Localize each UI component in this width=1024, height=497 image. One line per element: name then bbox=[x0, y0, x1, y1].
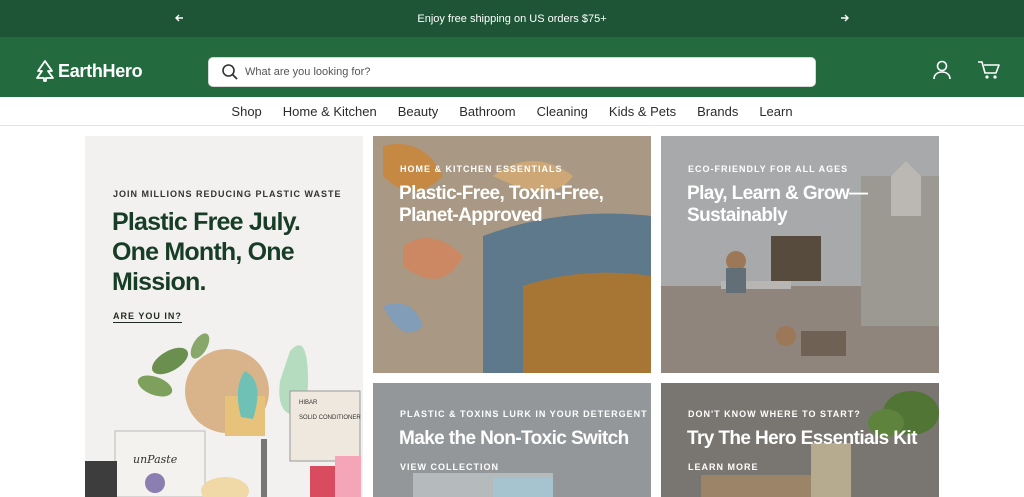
arrow-right-icon[interactable] bbox=[835, 9, 855, 27]
search-bar[interactable] bbox=[208, 57, 816, 87]
nav-item-home-kitchen[interactable]: Home & Kitchen bbox=[283, 104, 377, 119]
card-detergent[interactable]: PLASTIC & TOXINS LURK IN YOUR DETERGENT … bbox=[373, 383, 651, 497]
paste-brand-label: unPaste bbox=[133, 453, 178, 466]
cart-icon[interactable] bbox=[977, 59, 1001, 81]
search-input[interactable] bbox=[245, 66, 785, 78]
conditioner-brand-label: HIBAR bbox=[299, 400, 318, 406]
hero-headline: Plastic Free July. One Month, One Missio… bbox=[112, 208, 301, 296]
card-home-kitchen[interactable]: HOME & KITCHEN ESSENTIALS Plastic-Free, … bbox=[373, 136, 651, 373]
card-detergent-eyebrow: PLASTIC & TOXINS LURK IN YOUR DETERGENT bbox=[400, 409, 648, 419]
logo-text: EarthHero bbox=[58, 60, 143, 81]
hero-cta-link[interactable]: ARE YOU IN? bbox=[113, 311, 182, 323]
card-detergent-title: Make the Non-Toxic Switch bbox=[399, 428, 629, 449]
view-collection-link[interactable]: VIEW COLLECTION bbox=[400, 462, 499, 472]
card-home-kitchen-eyebrow: HOME & KITCHEN ESSENTIALS bbox=[400, 164, 563, 174]
arrow-left-icon[interactable] bbox=[169, 9, 189, 27]
nav-item-shop[interactable]: Shop bbox=[231, 104, 261, 119]
nav-item-kids-pets[interactable]: Kids & Pets bbox=[609, 104, 676, 119]
search-icon[interactable] bbox=[221, 63, 239, 81]
hero-banner[interactable]: JOIN MILLIONS REDUCING PLASTIC WASTE Pla… bbox=[85, 136, 363, 497]
user-icon[interactable] bbox=[931, 59, 953, 81]
site-header: EarthHero bbox=[0, 37, 1024, 97]
announcement-message: Enjoy free shipping on US orders $75+ bbox=[417, 12, 607, 25]
announcement-bar: Enjoy free shipping on US orders $75+ bbox=[0, 0, 1024, 37]
card-essentials-title: Try The Hero Essentials Kit bbox=[687, 428, 917, 449]
learn-more-link[interactable]: LEARN MORE bbox=[688, 462, 759, 472]
tree-icon bbox=[36, 60, 54, 82]
nav-item-bathroom[interactable]: Bathroom bbox=[459, 104, 515, 119]
nav-item-brands[interactable]: Brands bbox=[697, 104, 738, 119]
card-essentials-kit[interactable]: DON'T KNOW WHERE TO START? Try The Hero … bbox=[661, 383, 939, 497]
card-kids[interactable]: ECO-FRIENDLY FOR ALL AGES Play, Learn & … bbox=[661, 136, 939, 373]
nav-item-beauty[interactable]: Beauty bbox=[398, 104, 438, 119]
logo[interactable]: EarthHero bbox=[34, 59, 143, 83]
main-nav: Shop Home & Kitchen Beauty Bathroom Clea… bbox=[0, 97, 1024, 126]
card-kids-eyebrow: ECO-FRIENDLY FOR ALL AGES bbox=[688, 164, 849, 174]
nav-item-learn[interactable]: Learn bbox=[759, 104, 792, 119]
card-home-kitchen-title: Plastic-Free, Toxin-Free, Planet-Approve… bbox=[399, 183, 604, 226]
conditioner-type-label: SOLID CONDITIONER bbox=[299, 415, 361, 421]
hero-eyebrow: JOIN MILLIONS REDUCING PLASTIC WASTE bbox=[113, 189, 342, 199]
nav-item-cleaning[interactable]: Cleaning bbox=[537, 104, 588, 119]
card-essentials-eyebrow: DON'T KNOW WHERE TO START? bbox=[688, 409, 861, 419]
hero-products-image: HIBAR SOLID CONDITIONER unPaste bbox=[85, 333, 361, 497]
card-kids-title: Play, Learn & Grow— Sustainably bbox=[687, 183, 868, 226]
